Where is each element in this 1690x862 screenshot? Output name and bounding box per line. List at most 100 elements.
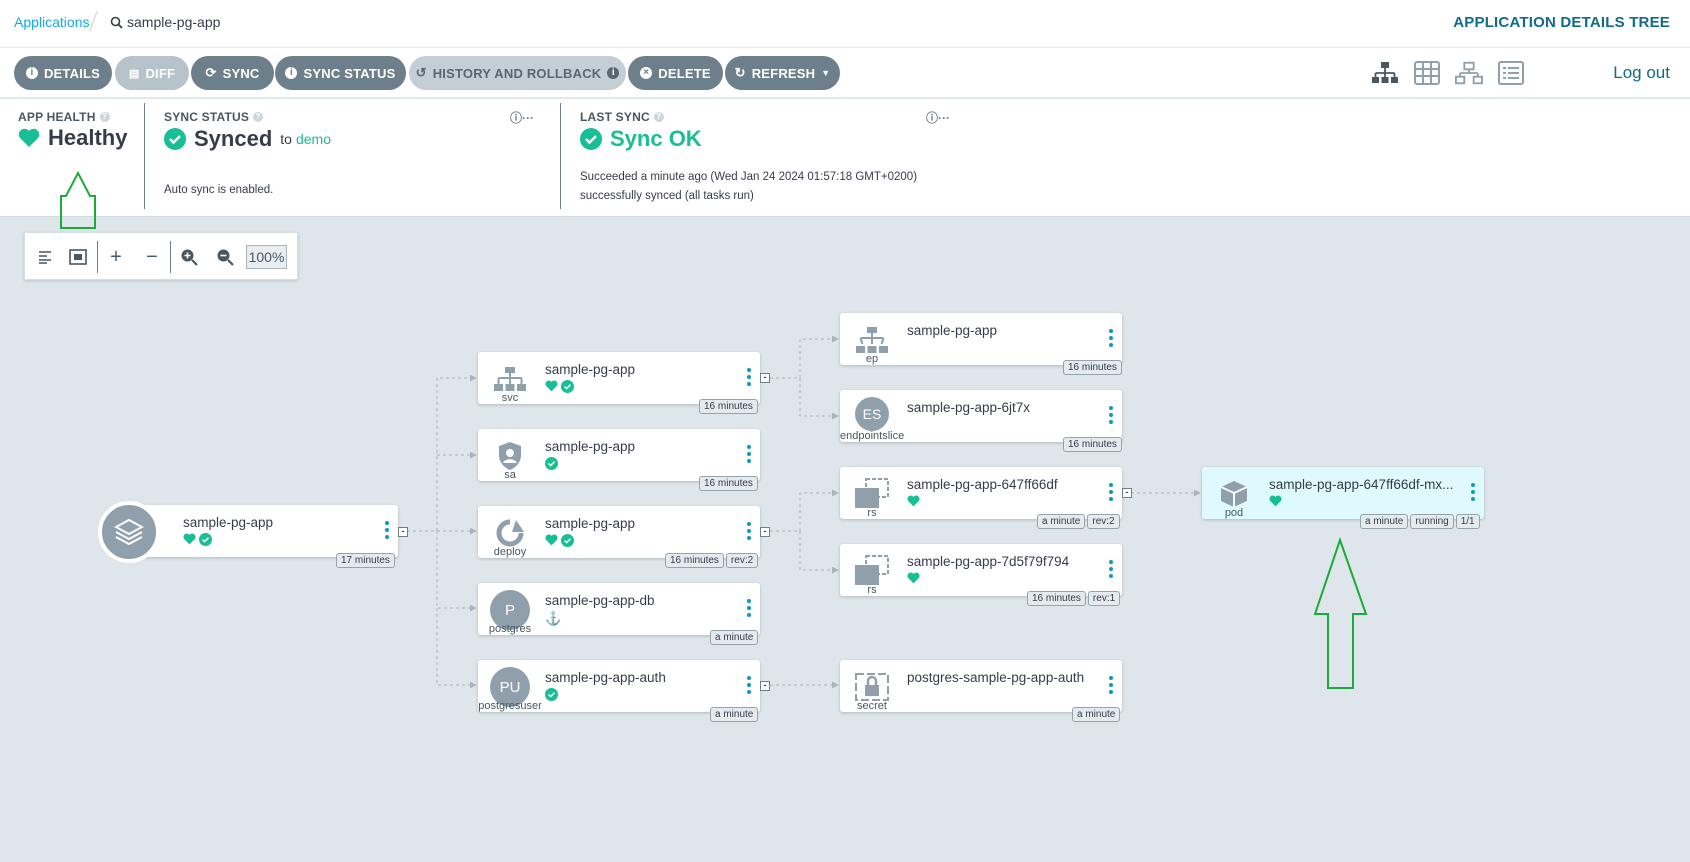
node-menu-icon[interactable]: [384, 521, 390, 539]
pods-view-icon[interactable]: [1413, 60, 1441, 86]
history-rollback-button[interactable]: ↺ HISTORY AND ROLLBACK i: [409, 56, 626, 90]
node-tags: a minute: [710, 707, 759, 722]
details-button[interactable]: i DETAILS: [14, 56, 112, 90]
node-name: sample-pg-app-647ff66df-mx...: [1269, 477, 1454, 492]
check-circle-icon: [164, 128, 186, 150]
fit-screen-icon[interactable]: [66, 245, 90, 269]
node-menu-icon[interactable]: [746, 676, 752, 694]
collapse-icon[interactable]: −: [140, 245, 164, 269]
collapse-toggle[interactable]: -: [398, 527, 408, 537]
node-menu-icon[interactable]: [1108, 560, 1114, 578]
caret-down-icon: ▼: [821, 68, 831, 78]
node-tags: 16 minutes rev:1: [1027, 591, 1121, 606]
node-name: postgres-sample-pg-app-auth: [907, 670, 1085, 685]
refresh-button[interactable]: ↻ REFRESH ▼: [725, 56, 840, 90]
postgres-node[interactable]: P postgres sample-pg-app-db ⚓: [478, 583, 760, 635]
layers-icon: [98, 501, 160, 563]
collapse-toggle[interactable]: -: [760, 681, 770, 691]
secret-node[interactable]: secret postgres-sample-pg-app-auth: [840, 660, 1122, 712]
postgresuser-node[interactable]: PU postgresuser sample-pg-app-auth: [478, 660, 760, 712]
last-sync-label-text: LAST SYNC: [580, 110, 650, 124]
breadcrumb-applications[interactable]: Applications: [14, 14, 90, 30]
node-menu-icon[interactable]: [1470, 483, 1476, 501]
anchor-icon: ⚓: [545, 611, 562, 626]
diff-button[interactable]: ▤ DIFF: [115, 56, 189, 90]
node-menu-icon[interactable]: [1108, 406, 1114, 424]
list-view-icon[interactable]: [1497, 60, 1525, 86]
age-tag: a minute: [1072, 707, 1121, 722]
revision-tag: rev:2: [725, 553, 759, 568]
node-menu-icon[interactable]: [746, 599, 752, 617]
ready-tag: 1/1: [1455, 514, 1480, 529]
last-sync-more-icon[interactable]: ⓘ···: [926, 109, 950, 126]
deploy-node[interactable]: deploy sample-pg-app: [478, 506, 760, 558]
breadcrumb-app[interactable]: sample-pg-app: [110, 14, 220, 30]
rs-node-2[interactable]: rs sample-pg-app-7d5f79f794: [840, 544, 1122, 596]
age-tag: 16 minutes: [665, 553, 724, 568]
search-icon: [110, 16, 123, 29]
node-name: sample-pg-app-647ff66df: [907, 477, 1058, 492]
node-type: postgres: [488, 623, 532, 635]
expand-icon[interactable]: +: [104, 245, 128, 269]
node-status: [183, 533, 212, 546]
graph-toolbar: + − 100%: [24, 232, 298, 280]
node-tags: 17 minutes: [336, 553, 395, 568]
tree-view-icon[interactable]: [1371, 60, 1399, 86]
collapse-toggle[interactable]: -: [1122, 488, 1132, 498]
network-view-icon[interactable]: [1455, 60, 1483, 86]
node-name: sample-pg-app: [907, 323, 998, 338]
heart-icon: [1269, 495, 1282, 507]
collapse-toggle[interactable]: -: [760, 527, 770, 537]
view-switcher: [1371, 60, 1525, 86]
node-status: [545, 457, 558, 470]
age-tag: a minute: [1037, 514, 1086, 529]
info-icon: i: [607, 67, 620, 79]
diff-label: DIFF: [145, 65, 176, 81]
node-menu-icon[interactable]: [746, 522, 752, 540]
node-menu-icon[interactable]: [1108, 483, 1114, 501]
node-menu-icon[interactable]: [746, 445, 752, 463]
svc-node[interactable]: svc sample-pg-app: [478, 352, 760, 404]
heart-icon: [545, 380, 558, 392]
history-icon: ↺: [415, 65, 427, 80]
node-menu-icon[interactable]: [1108, 676, 1114, 694]
node-menu-icon[interactable]: [1108, 329, 1114, 347]
node-type: rs: [867, 507, 877, 519]
sync-target-link[interactable]: demo: [296, 131, 331, 147]
heart-icon: [907, 572, 920, 584]
endpointslice-node[interactable]: ES endpointslice sample-pg-app-6jt7x: [840, 390, 1122, 442]
zoom-in-icon[interactable]: [177, 245, 201, 269]
sync-status-more-icon[interactable]: ⓘ···: [510, 109, 534, 126]
revision-tag: rev:1: [1087, 591, 1121, 606]
endpointslice-icon: ES: [855, 397, 889, 431]
check-circle-icon: [199, 533, 212, 546]
align-left-icon[interactable]: [34, 245, 58, 269]
history-label: HISTORY AND ROLLBACK: [432, 65, 602, 81]
zoom-out-icon[interactable]: [213, 245, 237, 269]
help-icon[interactable]: ?: [253, 112, 264, 122]
info-icon: i: [285, 67, 298, 79]
help-icon[interactable]: ?: [653, 112, 664, 122]
node-tags: a minute running 1/1: [1360, 514, 1480, 529]
ep-node[interactable]: ep sample-pg-app: [840, 313, 1122, 365]
divider: [97, 241, 98, 273]
delete-button[interactable]: × DELETE: [628, 56, 723, 90]
rs-node-1[interactable]: rs sample-pg-app-647ff66df: [840, 467, 1122, 519]
divider: [144, 103, 145, 209]
zoom-level: 100%: [246, 245, 287, 269]
logout-link[interactable]: Log out: [1613, 63, 1670, 83]
help-icon[interactable]: ?: [99, 112, 110, 122]
collapse-toggle[interactable]: -: [760, 373, 770, 383]
app-node[interactable]: sample-pg-app: [98, 501, 398, 563]
node-tags: 16 minutes: [699, 399, 758, 414]
sync-button[interactable]: ⟳ SYNC: [191, 56, 274, 90]
sync-status-button[interactable]: i SYNC STATUS: [275, 56, 406, 90]
node-tags: 16 minutes: [699, 476, 758, 491]
status-panel: APP HEALTH? Healthy SYNC STATUS? Synced …: [0, 99, 1690, 217]
node-menu-icon[interactable]: [746, 368, 752, 386]
node-tags: 16 minutes rev:2: [665, 553, 759, 568]
pod-node[interactable]: pod sample-pg-app-647ff66df-mx...: [1202, 467, 1484, 519]
details-label: DETAILS: [43, 65, 101, 81]
sa-node[interactable]: sa sample-pg-app: [478, 429, 760, 481]
sync-status-value-text: Synced: [194, 126, 273, 151]
